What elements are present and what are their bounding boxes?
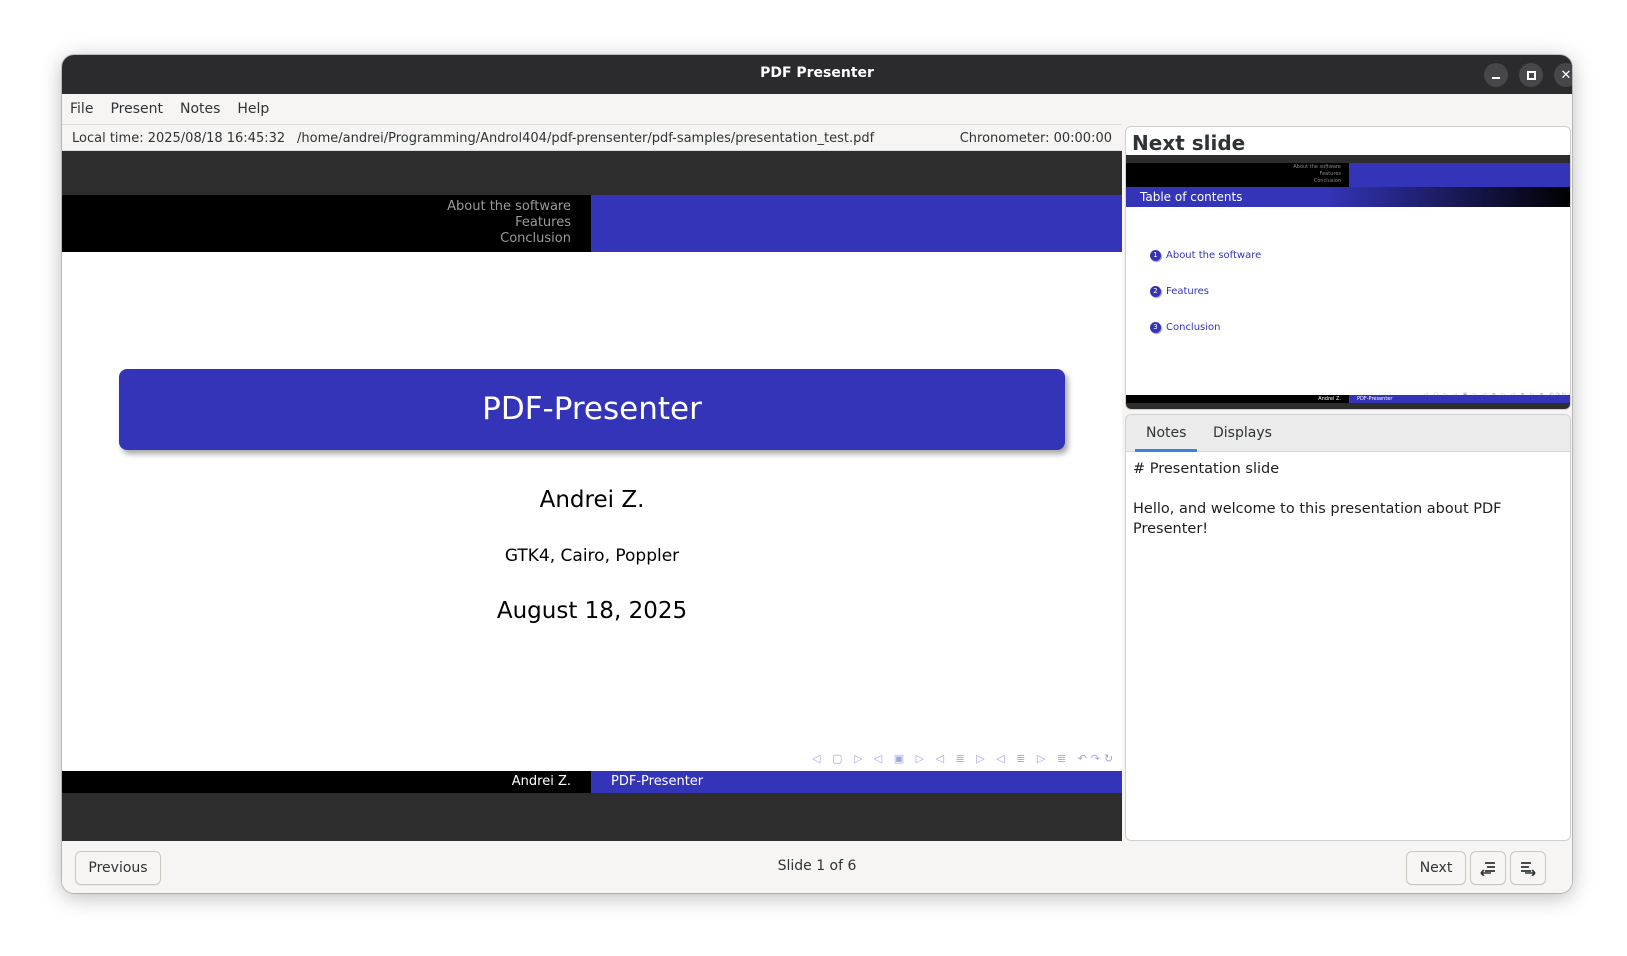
maximize-icon (1526, 70, 1536, 80)
slide-header-sections: About the software Features Conclusion (62, 195, 591, 252)
section-link: About the software (447, 199, 571, 214)
close-icon: ✕ (1560, 67, 1572, 83)
menubar: File Present Notes Help (62, 94, 1572, 124)
maximize-button[interactable] (1519, 63, 1543, 87)
chronometer: Chronometer: 00:00:00 (959, 131, 1112, 146)
slide-footer-author: Andrei Z. (62, 771, 591, 793)
thumb-header-sections: About the software Features Conclusion (1126, 163, 1349, 187)
current-slide-view[interactable]: About the software Features Conclusion P… (62, 151, 1122, 841)
notes-textview[interactable]: # Presentation slide Hello, and welcome … (1133, 459, 1564, 539)
section-link: Conclusion (500, 231, 571, 246)
next-section-button[interactable] (1510, 851, 1546, 885)
active-tab-indicator (1135, 449, 1197, 452)
tab-notes[interactable]: Notes (1146, 425, 1186, 441)
next-section-icon (1521, 862, 1536, 876)
notes-panel: Notes Displays # Presentation slide Hell… (1125, 414, 1571, 841)
titlebar: PDF Presenter ✕ (62, 55, 1572, 94)
toc-label: About the software (1166, 250, 1262, 261)
next-slide-panel: Next slide About the software Features C… (1125, 126, 1571, 410)
toc-label: Features (1166, 286, 1209, 297)
toc-label: Conclusion (1166, 322, 1221, 333)
menu-file[interactable]: File (70, 101, 93, 117)
thumb-header-bar (1349, 163, 1570, 187)
slide-counter: Slide 1 of 6 (777, 858, 857, 874)
slide-title: PDF-Presenter (119, 369, 1065, 450)
slide-author: Andrei Z. (539, 487, 645, 513)
menu-notes[interactable]: Notes (180, 101, 220, 117)
slide-date: August 18, 2025 (496, 598, 688, 624)
next-slide-heading: Next slide (1132, 131, 1246, 155)
right-pane: Next slide About the software Features C… (1125, 124, 1571, 841)
notes-tabbar: Notes Displays (1126, 415, 1570, 452)
section-link: Features (515, 215, 571, 230)
thumb-section: Conclusion (1313, 178, 1341, 184)
toc-number: 3 (1150, 322, 1161, 333)
previous-section-icon (1480, 862, 1495, 876)
minimize-button[interactable] (1484, 63, 1508, 87)
bottom-controls: Previous Slide 1 of 6 Next (62, 841, 1572, 893)
next-slide-thumbnail: About the software Features Conclusion T… (1126, 163, 1570, 403)
info-bar: Local time: 2025/08/18 16:45:32 /home/an… (62, 124, 1122, 151)
beamer-nav-symbols: ◁ ▢ ▷ ◁ ▣ ▷ ◁ ≣ ▷ ◁ ≣ ▷ ≣ ↶↷↻ (812, 752, 1118, 765)
next-button[interactable]: Next (1406, 851, 1466, 885)
thumb-section: Features (1319, 171, 1342, 177)
previous-section-button[interactable] (1470, 851, 1506, 885)
toc-item: 2 Features (1150, 286, 1209, 297)
thumb-footer-author: Andrei Z. (1126, 395, 1349, 403)
file-path: /home/andrei/Programming/Androl404/pdf-p… (297, 131, 875, 146)
local-time: Local time: 2025/08/18 16:45:32 (72, 131, 286, 146)
menu-present[interactable]: Present (110, 101, 163, 117)
toc-number: 2 (1150, 286, 1161, 297)
toc-item: 1 About the software (1150, 250, 1261, 261)
minimize-icon (1492, 77, 1500, 79)
window-title: PDF Presenter (760, 65, 874, 81)
slide-header-bar (591, 195, 1122, 252)
menu-help[interactable]: Help (237, 101, 269, 117)
slide-subtitle: GTK4, Cairo, Poppler (504, 546, 680, 566)
slide-footer-title: PDF-Presenter (591, 771, 1122, 793)
toc-number: 1 (1150, 250, 1161, 261)
toc-item: 3 Conclusion (1150, 322, 1221, 333)
thumb-footer-title: PDF-Presenter (1349, 395, 1570, 403)
current-slide: About the software Features Conclusion P… (62, 195, 1122, 793)
next-slide-preview[interactable]: About the software Features Conclusion T… (1126, 155, 1570, 409)
close-button[interactable]: ✕ (1554, 63, 1572, 87)
thumb-section: About the software (1293, 164, 1341, 170)
app-window: PDF Presenter ✕ File Present Notes Help … (62, 55, 1572, 893)
thumb-frame-title: Table of contents (1126, 187, 1570, 207)
tab-displays[interactable]: Displays (1213, 425, 1272, 441)
